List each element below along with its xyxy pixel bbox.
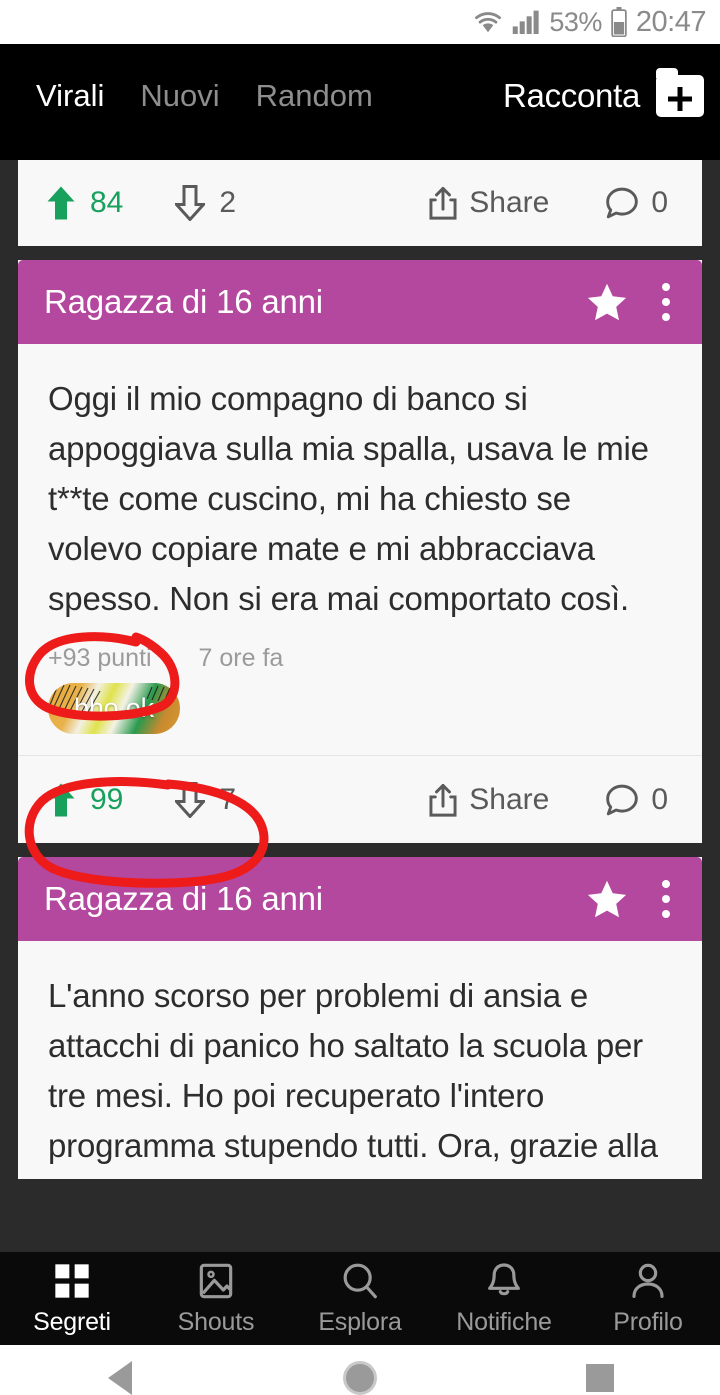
- post-feed[interactable]: 84 2 Share 0 Ragazza di 16 anni Oggi il …: [0, 160, 720, 1252]
- post-points: +93 punti: [48, 644, 152, 672]
- star-icon[interactable]: [586, 879, 628, 919]
- nav-item-profilo[interactable]: Profilo: [576, 1261, 720, 1337]
- recents-square-icon: [586, 1364, 614, 1392]
- share-label: Share: [469, 782, 550, 816]
- comment-button[interactable]: 0: [605, 783, 668, 817]
- post-card-partial: 84 2 Share 0: [18, 160, 702, 246]
- upvote-arrow-icon: [46, 185, 76, 221]
- image-icon: [196, 1261, 236, 1301]
- system-home-button[interactable]: [240, 1345, 480, 1395]
- share-label: Share: [469, 186, 550, 219]
- downvote-arrow-icon: [173, 781, 208, 819]
- tab-virali[interactable]: Virali: [36, 78, 104, 114]
- star-icon[interactable]: [586, 282, 628, 322]
- share-icon: [429, 783, 457, 817]
- app-root: 53% 20:47 Virali Nuovi Random Racconta 8…: [0, 0, 720, 1395]
- downvote-button[interactable]: 2: [173, 185, 237, 222]
- more-vertical-icon[interactable]: [662, 283, 670, 321]
- system-navigation-bar: [0, 1345, 720, 1395]
- compose-button[interactable]: Racconta: [503, 44, 704, 148]
- nav-label-profilo: Profilo: [613, 1307, 683, 1336]
- share-icon: [429, 186, 457, 220]
- comment-preview-pill[interactable]: bho ok: [48, 683, 180, 734]
- status-bar: 53% 20:47: [0, 0, 720, 44]
- battery-icon: [611, 7, 627, 38]
- battery-percent-label: 53%: [549, 6, 602, 37]
- share-button[interactable]: Share: [429, 783, 549, 817]
- home-circle-icon: [343, 1361, 377, 1395]
- bell-icon: [484, 1261, 524, 1301]
- nav-label-segreti: Segreti: [33, 1307, 111, 1336]
- search-icon: [340, 1261, 380, 1301]
- downvote-button[interactable]: 7: [173, 781, 237, 819]
- post-meta: +93 punti 7 ore fa: [18, 632, 702, 679]
- grid-icon: [52, 1261, 92, 1301]
- top-navigation-bar: Virali Nuovi Random Racconta: [0, 44, 720, 197]
- downvote-count: 2: [219, 186, 237, 219]
- comment-bubble-icon: [605, 784, 639, 816]
- comment-button[interactable]: 0: [605, 186, 668, 220]
- comment-count: 0: [651, 186, 668, 219]
- share-button[interactable]: Share: [429, 186, 549, 220]
- tab-random[interactable]: Random: [256, 78, 373, 114]
- back-triangle-icon: [108, 1361, 132, 1395]
- tab-nuovi[interactable]: Nuovi: [140, 78, 219, 114]
- comment-preview-text: bho ok: [74, 693, 154, 723]
- more-vertical-icon[interactable]: [662, 880, 670, 918]
- comment-count: 0: [651, 782, 668, 816]
- post-body: Oggi il mio compagno di banco si appoggi…: [18, 344, 702, 632]
- comment-bubble-icon: [605, 187, 639, 219]
- upvote-button[interactable]: 84: [46, 185, 123, 221]
- post-action-bar: 84 2 Share 0: [18, 160, 702, 246]
- tab-list: Virali Nuovi Random: [0, 44, 373, 148]
- nav-label-esplora: Esplora: [318, 1307, 402, 1336]
- upvote-button[interactable]: 99: [46, 782, 123, 818]
- cellular-signal-icon: [512, 10, 540, 34]
- post-card: Ragazza di 16 anni L'anno scorso per pro…: [18, 857, 702, 1179]
- post-text: L'anno scorso per problemi di ansia e at…: [48, 977, 658, 1164]
- system-back-button[interactable]: [0, 1345, 240, 1395]
- post-title: Ragazza di 16 anni: [44, 880, 323, 917]
- post-text: Oggi il mio compagno di banco si appoggi…: [48, 380, 649, 617]
- system-recents-button[interactable]: [480, 1348, 720, 1392]
- post-header: Ragazza di 16 anni: [18, 857, 702, 941]
- post-header: Ragazza di 16 anni: [18, 260, 702, 344]
- post-title: Ragazza di 16 anni: [44, 283, 323, 320]
- downvote-count: 7: [219, 782, 237, 816]
- bottom-navigation-bar: Segreti Shouts Esplora Notifiche Profilo: [0, 1252, 720, 1345]
- nav-label-notifiche: Notifiche: [456, 1307, 552, 1336]
- post-action-bar: 99 7 Share 0: [18, 755, 702, 843]
- upvote-count: 99: [90, 782, 124, 816]
- nav-item-notifiche[interactable]: Notifiche: [432, 1261, 576, 1337]
- nav-item-segreti[interactable]: Segreti: [0, 1261, 144, 1337]
- nav-label-shouts: Shouts: [177, 1307, 255, 1336]
- downvote-arrow-icon: [173, 185, 208, 222]
- upvote-arrow-icon: [46, 782, 76, 818]
- folder-plus-icon: [656, 68, 704, 117]
- comment-preview-row[interactable]: bho ok: [18, 679, 702, 755]
- status-bar-clock: 20:47: [635, 5, 707, 38]
- nav-item-shouts[interactable]: Shouts: [144, 1261, 288, 1337]
- post-time: 7 ore fa: [198, 644, 284, 672]
- wifi-icon: [473, 10, 503, 34]
- post-card: Ragazza di 16 anni Oggi il mio compagno …: [18, 260, 702, 843]
- post-body: L'anno scorso per problemi di ansia e at…: [18, 941, 702, 1179]
- nav-item-esplora[interactable]: Esplora: [288, 1261, 432, 1337]
- upvote-count: 84: [90, 186, 124, 219]
- compose-label: Racconta: [502, 77, 640, 114]
- person-icon: [628, 1261, 668, 1301]
